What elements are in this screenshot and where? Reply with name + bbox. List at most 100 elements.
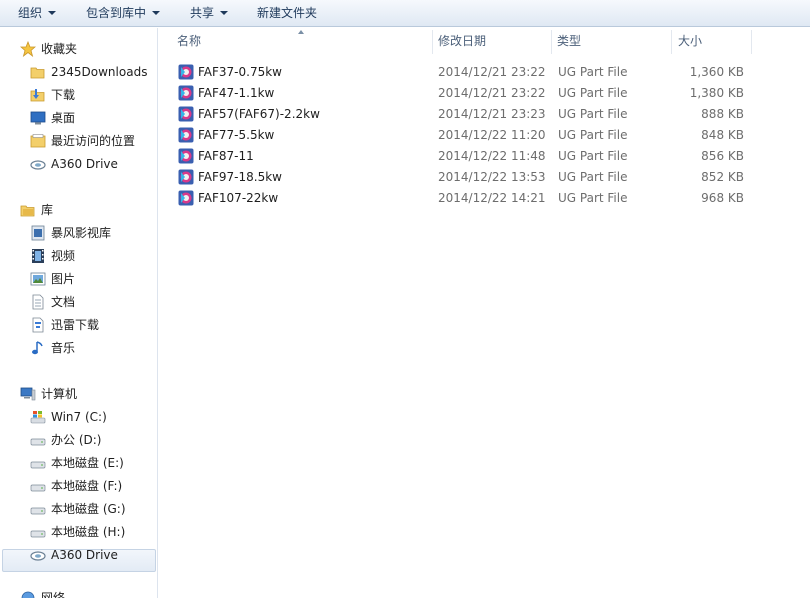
pictures-icon xyxy=(30,272,46,286)
nav-computer-header[interactable]: 计算机 xyxy=(0,383,150,405)
nav-libraries-label: 库 xyxy=(41,203,54,217)
music-note-icon xyxy=(32,341,43,355)
file-size: 888 KB xyxy=(701,107,744,121)
file-size: 968 KB xyxy=(701,191,744,205)
nav-item-a360-drive-computer[interactable]: A360 Drive xyxy=(0,544,150,566)
column-divider[interactable] xyxy=(432,30,433,54)
file-size: 852 KB xyxy=(701,170,744,184)
file-row[interactable]: FAF77-5.5kw 2014/12/22 11:20 UG Part Fil… xyxy=(159,125,810,146)
nav-item-recent-places[interactable]: 最近访问的位置 xyxy=(0,130,150,152)
nav-favorites-label: 收藏夹 xyxy=(41,42,78,56)
nav-item-label: 图片 xyxy=(51,272,76,286)
nav-item-label: 文档 xyxy=(51,295,76,309)
nav-item-drive-h[interactable]: 本地磁盘 (H:) xyxy=(0,521,150,543)
nav-item-desktop[interactable]: 桌面 xyxy=(0,107,150,129)
file-row[interactable]: FAF97-18.5kw 2014/12/22 13:53 UG Part Fi… xyxy=(159,167,810,188)
nav-item-drive-e[interactable]: 本地磁盘 (E:) xyxy=(0,452,150,474)
nav-item-a360-drive[interactable]: A360 Drive xyxy=(0,153,150,175)
video-library-icon xyxy=(31,225,45,241)
file-date: 2014/12/22 11:48 xyxy=(438,149,546,163)
file-row[interactable]: FAF57(FAF67)-2.2kw 2014/12/21 23:23 UG P… xyxy=(159,104,810,125)
ug-part-file-icon xyxy=(178,190,194,206)
nav-item-label: A360 Drive xyxy=(51,548,118,562)
file-type: UG Part File xyxy=(558,107,628,121)
column-date-label: 修改日期 xyxy=(438,34,487,48)
column-header-type[interactable]: 类型 xyxy=(557,28,671,55)
column-type-label: 类型 xyxy=(557,34,582,48)
nav-item-drive-g[interactable]: 本地磁盘 (G:) xyxy=(0,498,150,520)
nav-item-label: 办公 (D:) xyxy=(51,433,102,447)
file-size: 856 KB xyxy=(701,149,744,163)
ug-part-file-icon xyxy=(178,106,194,122)
file-size: 848 KB xyxy=(701,128,744,142)
file-name: FAF37-0.75kw xyxy=(198,65,282,79)
new-folder-label: 新建文件夹 xyxy=(257,6,318,20)
organize-label: 组织 xyxy=(18,6,43,20)
navigation-pane: 收藏夹 2345Downloads 下载 桌面 最近访问的位置 A360 Dri… xyxy=(0,28,158,598)
ug-part-file-icon xyxy=(178,85,194,101)
column-header-name[interactable]: 名称 xyxy=(177,28,432,55)
nav-item-xunlei-downloads[interactable]: 迅雷下载 xyxy=(0,314,150,336)
film-icon xyxy=(32,249,44,263)
nav-favorites-header[interactable]: 收藏夹 xyxy=(0,38,150,60)
nav-item-label: 本地磁盘 (E:) xyxy=(51,456,124,470)
column-divider[interactable] xyxy=(671,30,672,54)
nav-item-downloads[interactable]: 下载 xyxy=(0,84,150,106)
nav-item-videos[interactable]: 视频 xyxy=(0,245,150,267)
ug-part-file-icon xyxy=(178,64,194,80)
nav-network-header[interactable]: 网络 xyxy=(0,587,150,598)
file-name: FAF47-1.1kw xyxy=(198,86,275,100)
nav-item-label: 音乐 xyxy=(51,341,76,355)
a360-drive-icon xyxy=(30,551,46,561)
hard-drive-icon xyxy=(30,507,46,515)
file-row[interactable]: FAF47-1.1kw 2014/12/21 23:22 UG Part Fil… xyxy=(159,83,810,104)
windows-drive-icon xyxy=(30,411,46,424)
nav-item-drive-d[interactable]: 办公 (D:) xyxy=(0,429,150,451)
hard-drive-icon xyxy=(30,530,46,538)
file-type: UG Part File xyxy=(558,86,628,100)
nav-item-label: 最近访问的位置 xyxy=(51,134,136,148)
nav-item-documents[interactable]: 文档 xyxy=(0,291,150,313)
column-divider[interactable] xyxy=(751,30,752,54)
nav-item-pictures[interactable]: 图片 xyxy=(0,268,150,290)
nav-item-drive-f[interactable]: 本地磁盘 (F:) xyxy=(0,475,150,497)
nav-item-label: A360 Drive xyxy=(51,157,118,171)
chevron-down-icon xyxy=(220,10,229,15)
file-date: 2014/12/21 23:22 xyxy=(438,86,546,100)
nav-item-baofeng-library[interactable]: 暴风影视库 xyxy=(0,222,150,244)
nav-network-label: 网络 xyxy=(41,591,66,598)
file-row[interactable]: FAF107-22kw 2014/12/22 14:21 UG Part Fil… xyxy=(159,188,810,209)
hard-drive-icon xyxy=(30,461,46,469)
column-header-date[interactable]: 修改日期 xyxy=(438,28,551,55)
file-row[interactable]: FAF87-11 2014/12/22 11:48 UG Part File 8… xyxy=(159,146,810,167)
nav-item-2345downloads[interactable]: 2345Downloads xyxy=(0,61,150,83)
share-button[interactable]: 共享 xyxy=(190,0,229,26)
folder-icon xyxy=(30,67,45,79)
file-name: FAF107-22kw xyxy=(198,191,279,205)
ug-part-file-icon xyxy=(178,148,194,164)
nav-item-drive-c[interactable]: Win7 (C:) xyxy=(0,406,150,428)
include-in-library-button[interactable]: 包含到库中 xyxy=(86,0,161,26)
share-label: 共享 xyxy=(190,6,215,20)
nav-libraries-header[interactable]: 库 xyxy=(0,199,150,221)
nav-item-label: Win7 (C:) xyxy=(51,410,107,424)
nav-item-music[interactable]: 音乐 xyxy=(0,337,150,359)
command-bar: 组织 包含到库中 共享 新建文件夹 xyxy=(0,0,810,27)
new-folder-button[interactable]: 新建文件夹 xyxy=(257,0,317,26)
nav-item-label: 下载 xyxy=(51,88,76,102)
xunlei-icon xyxy=(32,317,44,333)
file-row[interactable]: FAF37-0.75kw 2014/12/21 23:22 UG Part Fi… xyxy=(159,62,810,83)
file-date: 2014/12/22 11:20 xyxy=(438,128,546,142)
file-name: FAF97-18.5kw xyxy=(198,170,282,184)
library-icon xyxy=(20,205,35,217)
organize-button[interactable]: 组织 xyxy=(18,0,57,26)
file-name: FAF77-5.5kw xyxy=(198,128,275,142)
column-divider[interactable] xyxy=(551,30,552,54)
nav-item-label: 视频 xyxy=(51,249,76,263)
nav-item-label: 暴风影视库 xyxy=(51,226,112,240)
nav-item-label: 桌面 xyxy=(51,111,76,125)
column-header-size[interactable]: 大小 xyxy=(678,28,750,55)
file-name: FAF57(FAF67)-2.2kw xyxy=(198,107,320,121)
recent-places-icon xyxy=(30,134,46,148)
document-icon xyxy=(32,294,44,310)
